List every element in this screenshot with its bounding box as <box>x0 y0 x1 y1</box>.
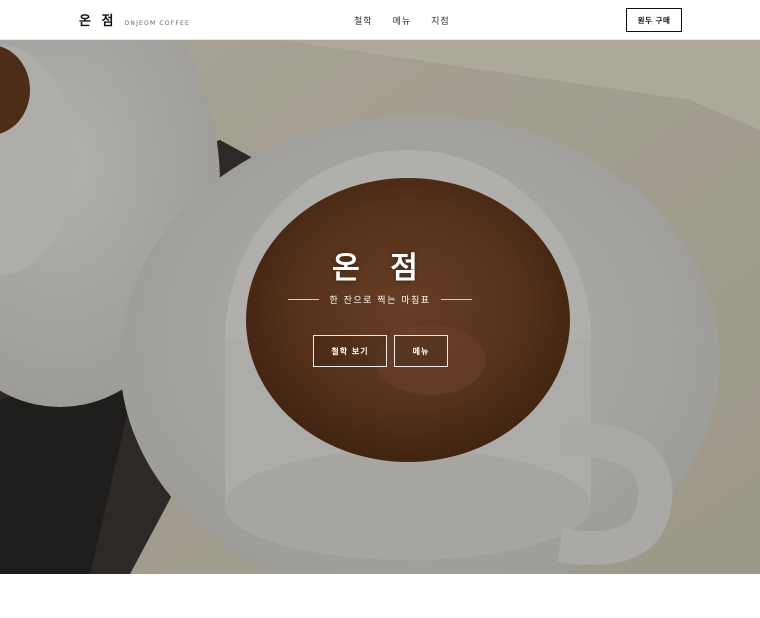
hero-section: 온 점 한 잔으로 찍는 마침표 철학 보기 메뉴 <box>0 40 760 574</box>
hero-buttons: 철학 보기 메뉴 <box>313 335 448 367</box>
buy-beans-button[interactable]: 원두 구매 <box>626 8 682 32</box>
brand-name-korean[interactable]: 온 점 <box>79 10 116 29</box>
hero-dark-overlay <box>0 40 760 574</box>
tagline-right-rule <box>440 298 473 300</box>
view-menu-button[interactable]: 메뉴 <box>394 335 448 367</box>
nav-item-philosophy[interactable]: 철학 <box>354 14 373 27</box>
view-philosophy-button[interactable]: 철학 보기 <box>313 335 387 367</box>
nav-item-locations[interactable]: 지점 <box>431 14 450 27</box>
brand-logo[interactable]: 온 점 ONJEOM COFFEE <box>79 10 190 29</box>
brand-name-english[interactable]: ONJEOM COFFEE <box>124 20 190 27</box>
site-header: 온 점 ONJEOM COFFEE 철학 메뉴 지점 원두 구매 <box>0 0 760 40</box>
tagline-text: 한 잔으로 찍는 마침표 <box>329 295 431 306</box>
hero-title: 온 점 <box>332 251 428 286</box>
hero-tagline: 한 잔으로 찍는 마침표 <box>288 292 473 306</box>
below-hero-space <box>0 574 760 618</box>
nav-item-menu[interactable]: 메뉴 <box>393 14 412 27</box>
main-nav: 철학 메뉴 지점 <box>354 14 450 27</box>
tagline-left-rule <box>288 298 320 300</box>
